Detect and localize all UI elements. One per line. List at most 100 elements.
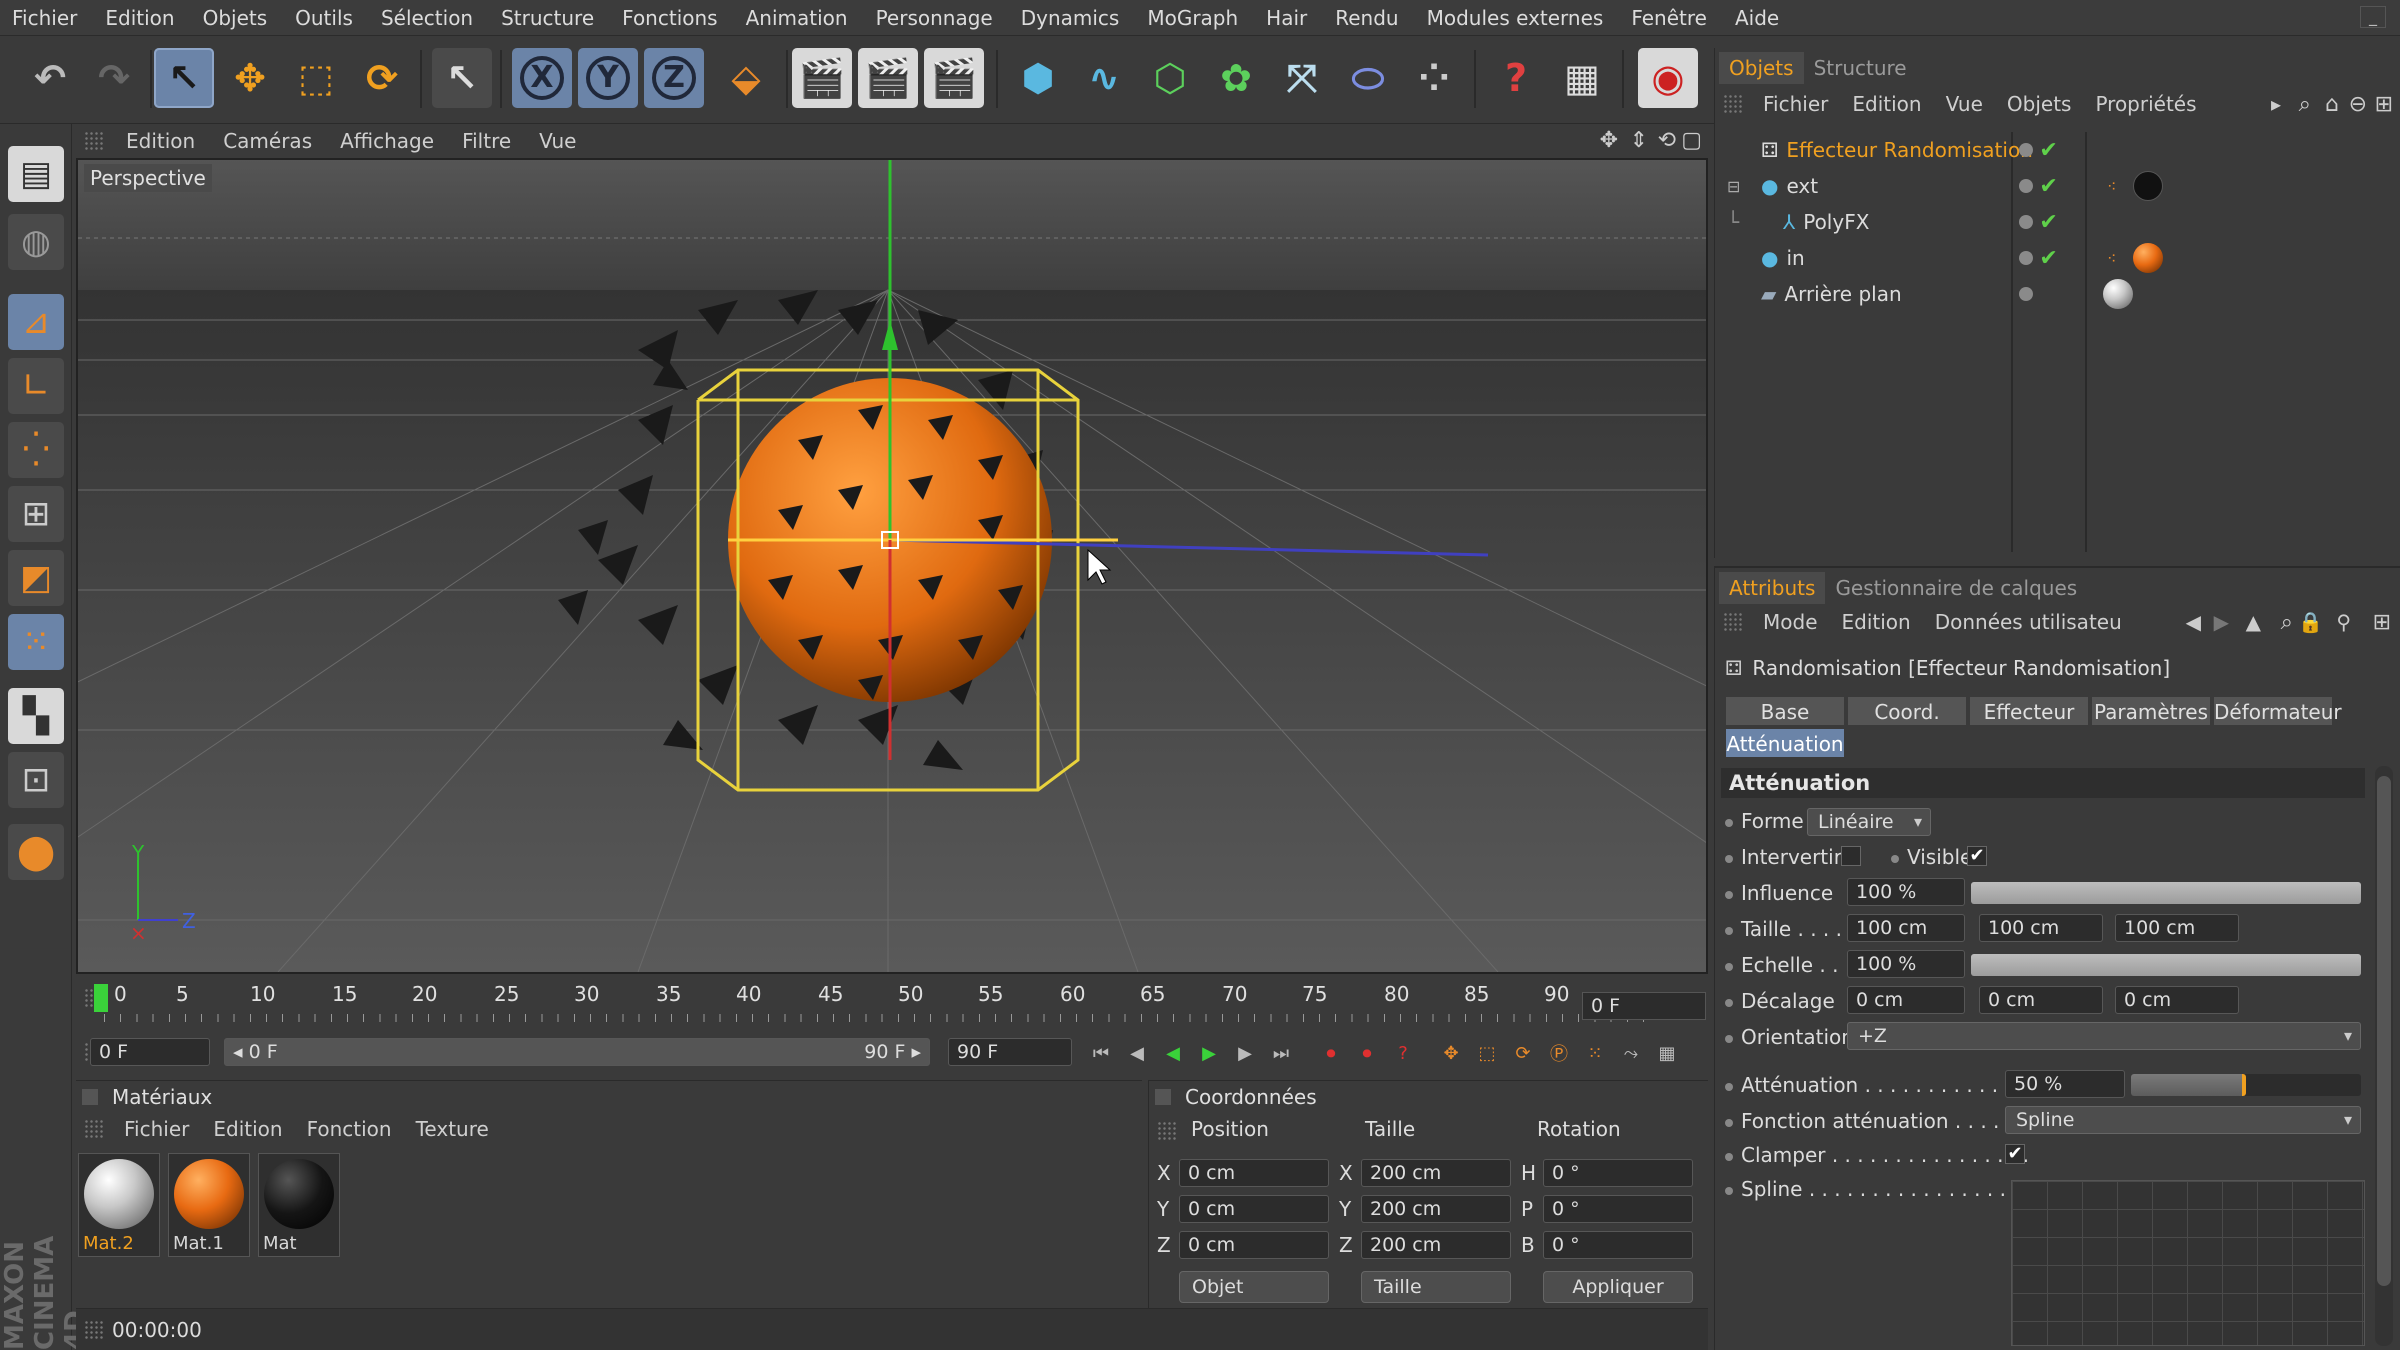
- spline-graph[interactable]: [2011, 1180, 2365, 1346]
- y-axis-lock-button[interactable]: Y: [578, 48, 638, 108]
- render-picture-viewer-icon[interactable]: 🎬: [858, 48, 918, 108]
- taille-y-field[interactable]: 100 cm: [1979, 914, 2103, 942]
- objects-menu-vue[interactable]: Vue: [1934, 92, 1995, 116]
- enabled-check-icon[interactable]: ✔: [2039, 246, 2057, 271]
- visibility-dot[interactable]: [2019, 250, 2033, 265]
- size-z-field[interactable]: 200 cm: [1361, 1231, 1511, 1259]
- help-icon[interactable]: ?: [1486, 48, 1546, 108]
- array-generator-icon[interactable]: ✿: [1206, 48, 1266, 108]
- points-mode-icon[interactable]: ⁛: [8, 422, 64, 478]
- sculpt-icon[interactable]: ⬤: [8, 824, 64, 880]
- maximize-view-icon[interactable]: ▢: [1681, 128, 1702, 153]
- visibility-dot[interactable]: [2019, 142, 2033, 157]
- move-tool-icon[interactable]: ✥: [220, 48, 280, 108]
- tab-objets[interactable]: Objets: [1719, 52, 1804, 84]
- subdivision-surface-icon[interactable]: ⬡: [1140, 48, 1200, 108]
- panel-toggle-icon[interactable]: [82, 1089, 98, 1105]
- sphere-mesh-icon[interactable]: ◍: [8, 214, 64, 270]
- cube-object-icon[interactable]: ⬢: [1008, 48, 1068, 108]
- min-frame-field[interactable]: 0 F: [90, 1038, 210, 1066]
- objects-menu-fichier[interactable]: Fichier: [1751, 92, 1840, 116]
- menu-outils[interactable]: Outils: [281, 0, 367, 36]
- range-slider[interactable]: ◂ 0 F 90 F ▸: [224, 1038, 930, 1066]
- model-mode-icon[interactable]: ⊿: [8, 294, 64, 350]
- subtab-attenuation[interactable]: Atténuation: [1725, 728, 1845, 758]
- menu-fonctions[interactable]: Fonctions: [608, 0, 731, 36]
- attr-menu-donnees[interactable]: Données utilisateu: [1923, 610, 2134, 634]
- coord-mode-dropdown[interactable]: Objet: [1179, 1271, 1329, 1303]
- viewport-menu-edition[interactable]: Edition: [112, 124, 209, 158]
- subtab-parametres[interactable]: Paramètres: [2091, 696, 2211, 726]
- scene-particles-icon[interactable]: ⁘: [1404, 48, 1464, 108]
- attr-menu-edition[interactable]: Edition: [1830, 610, 1923, 634]
- menu-rendu[interactable]: Rendu: [1321, 0, 1412, 36]
- timeline-window-icon[interactable]: ▦: [1652, 1038, 1682, 1068]
- menu-objets[interactable]: Objets: [189, 0, 282, 36]
- menu-selection[interactable]: Sélection: [367, 0, 487, 36]
- echelle-slider[interactable]: [1971, 954, 2361, 976]
- pos-z-field[interactable]: 0 cm: [1179, 1231, 1329, 1259]
- zoom-view-icon[interactable]: ⇕: [1630, 128, 1648, 153]
- attributes-scrollbar[interactable]: [2375, 766, 2393, 1346]
- pos-y-field[interactable]: 0 cm: [1179, 1195, 1329, 1223]
- home-icon[interactable]: ⌂: [2325, 92, 2339, 117]
- texture-mode-icon[interactable]: ▚: [8, 688, 64, 744]
- viewport-menu-vue[interactable]: Vue: [525, 124, 590, 158]
- new-panel-icon[interactable]: ⊞: [2375, 92, 2393, 117]
- tab-attributs[interactable]: Attributs: [1719, 572, 1826, 604]
- influence-slider[interactable]: [1971, 882, 2361, 904]
- intervertir-checkbox[interactable]: [1841, 846, 1861, 866]
- play-backward-icon[interactable]: ◀: [1158, 1038, 1188, 1068]
- timeline-ruler[interactable]: 0 5 10 15 20 25 30 35 40 45 50 55 60 65 …: [76, 974, 1708, 1024]
- search-icon[interactable]: ⌕: [2281, 610, 2293, 635]
- decalage-x-field[interactable]: 0 cm: [1847, 986, 1965, 1014]
- goto-end-icon[interactable]: ⏭: [1266, 1038, 1296, 1068]
- menu-personnage[interactable]: Personnage: [862, 0, 1007, 36]
- menu-animation[interactable]: Animation: [732, 0, 862, 36]
- current-frame-field[interactable]: 0 F: [1582, 992, 1706, 1020]
- key-parameter-icon[interactable]: Ⓟ: [1544, 1038, 1574, 1068]
- materials-menu-edition[interactable]: Edition: [201, 1117, 294, 1141]
- link-icon[interactable]: ⊖: [2349, 92, 2367, 117]
- rot-b-field[interactable]: 0 °: [1543, 1231, 1693, 1259]
- pos-x-field[interactable]: 0 cm: [1179, 1159, 1329, 1187]
- objects-menu-edition[interactable]: Edition: [1840, 92, 1933, 116]
- key-pla-icon[interactable]: ⁙: [1580, 1038, 1610, 1068]
- tree-item-polyfx[interactable]: └ ⅄ PolyFX ✔: [1727, 204, 2375, 240]
- keyframe-selection-icon[interactable]: ?: [1388, 1038, 1418, 1068]
- materials-menu-fonction[interactable]: Fonction: [295, 1117, 404, 1141]
- render-view-icon[interactable]: 🎬: [792, 48, 852, 108]
- rot-p-field[interactable]: 0 °: [1543, 1195, 1693, 1223]
- x-axis-lock-button[interactable]: X: [512, 48, 572, 108]
- subtab-coord[interactable]: Coord.: [1847, 696, 1967, 726]
- edges-mode-icon[interactable]: ⊞: [8, 486, 64, 542]
- next-frame-icon[interactable]: ▶: [1230, 1038, 1260, 1068]
- key-rotation-icon[interactable]: ⟳: [1508, 1038, 1538, 1068]
- taille-x-field[interactable]: 100 cm: [1847, 914, 1965, 942]
- 3d-viewport[interactable]: Y Z × Perspective: [76, 158, 1708, 974]
- prev-frame-icon[interactable]: ◀: [1122, 1038, 1152, 1068]
- uv-mode-icon[interactable]: ⁙: [8, 614, 64, 670]
- material-swatch[interactable]: Mat.1: [168, 1153, 250, 1257]
- render-settings-icon[interactable]: 🎬: [924, 48, 984, 108]
- rotate-tool-icon[interactable]: ⟳: [352, 48, 412, 108]
- panel-grip-icon[interactable]: [84, 131, 104, 151]
- forward-arrow-icon[interactable]: ▶: [2214, 610, 2229, 634]
- render-globe-icon[interactable]: ◉: [1638, 48, 1698, 108]
- record-icon[interactable]: ⏺: [1316, 1038, 1346, 1068]
- orientation-dropdown[interactable]: +Z: [1847, 1022, 2361, 1050]
- menu-fenetre[interactable]: Fenêtre: [1617, 0, 1721, 36]
- coordinate-system-icon[interactable]: ⬙: [716, 48, 776, 108]
- tab-gestionnaire-calques[interactable]: Gestionnaire de calques: [1825, 572, 2087, 604]
- attr-menu-mode[interactable]: Mode: [1751, 610, 1830, 634]
- playhead[interactable]: [94, 984, 108, 1012]
- enabled-check-icon[interactable]: ✔: [2039, 210, 2057, 235]
- up-arrow-icon[interactable]: ▲: [2246, 610, 2261, 634]
- last-tool-icon[interactable]: ↖: [432, 48, 492, 108]
- size-x-field[interactable]: 200 cm: [1361, 1159, 1511, 1187]
- fonction-dropdown[interactable]: Spline: [2005, 1106, 2361, 1134]
- new-panel-icon[interactable]: ⊞: [2373, 610, 2391, 635]
- enabled-check-icon[interactable]: ✔: [2039, 174, 2057, 199]
- materials-menu-fichier[interactable]: Fichier: [112, 1117, 201, 1141]
- menu-modules-externes[interactable]: Modules externes: [1413, 0, 1618, 36]
